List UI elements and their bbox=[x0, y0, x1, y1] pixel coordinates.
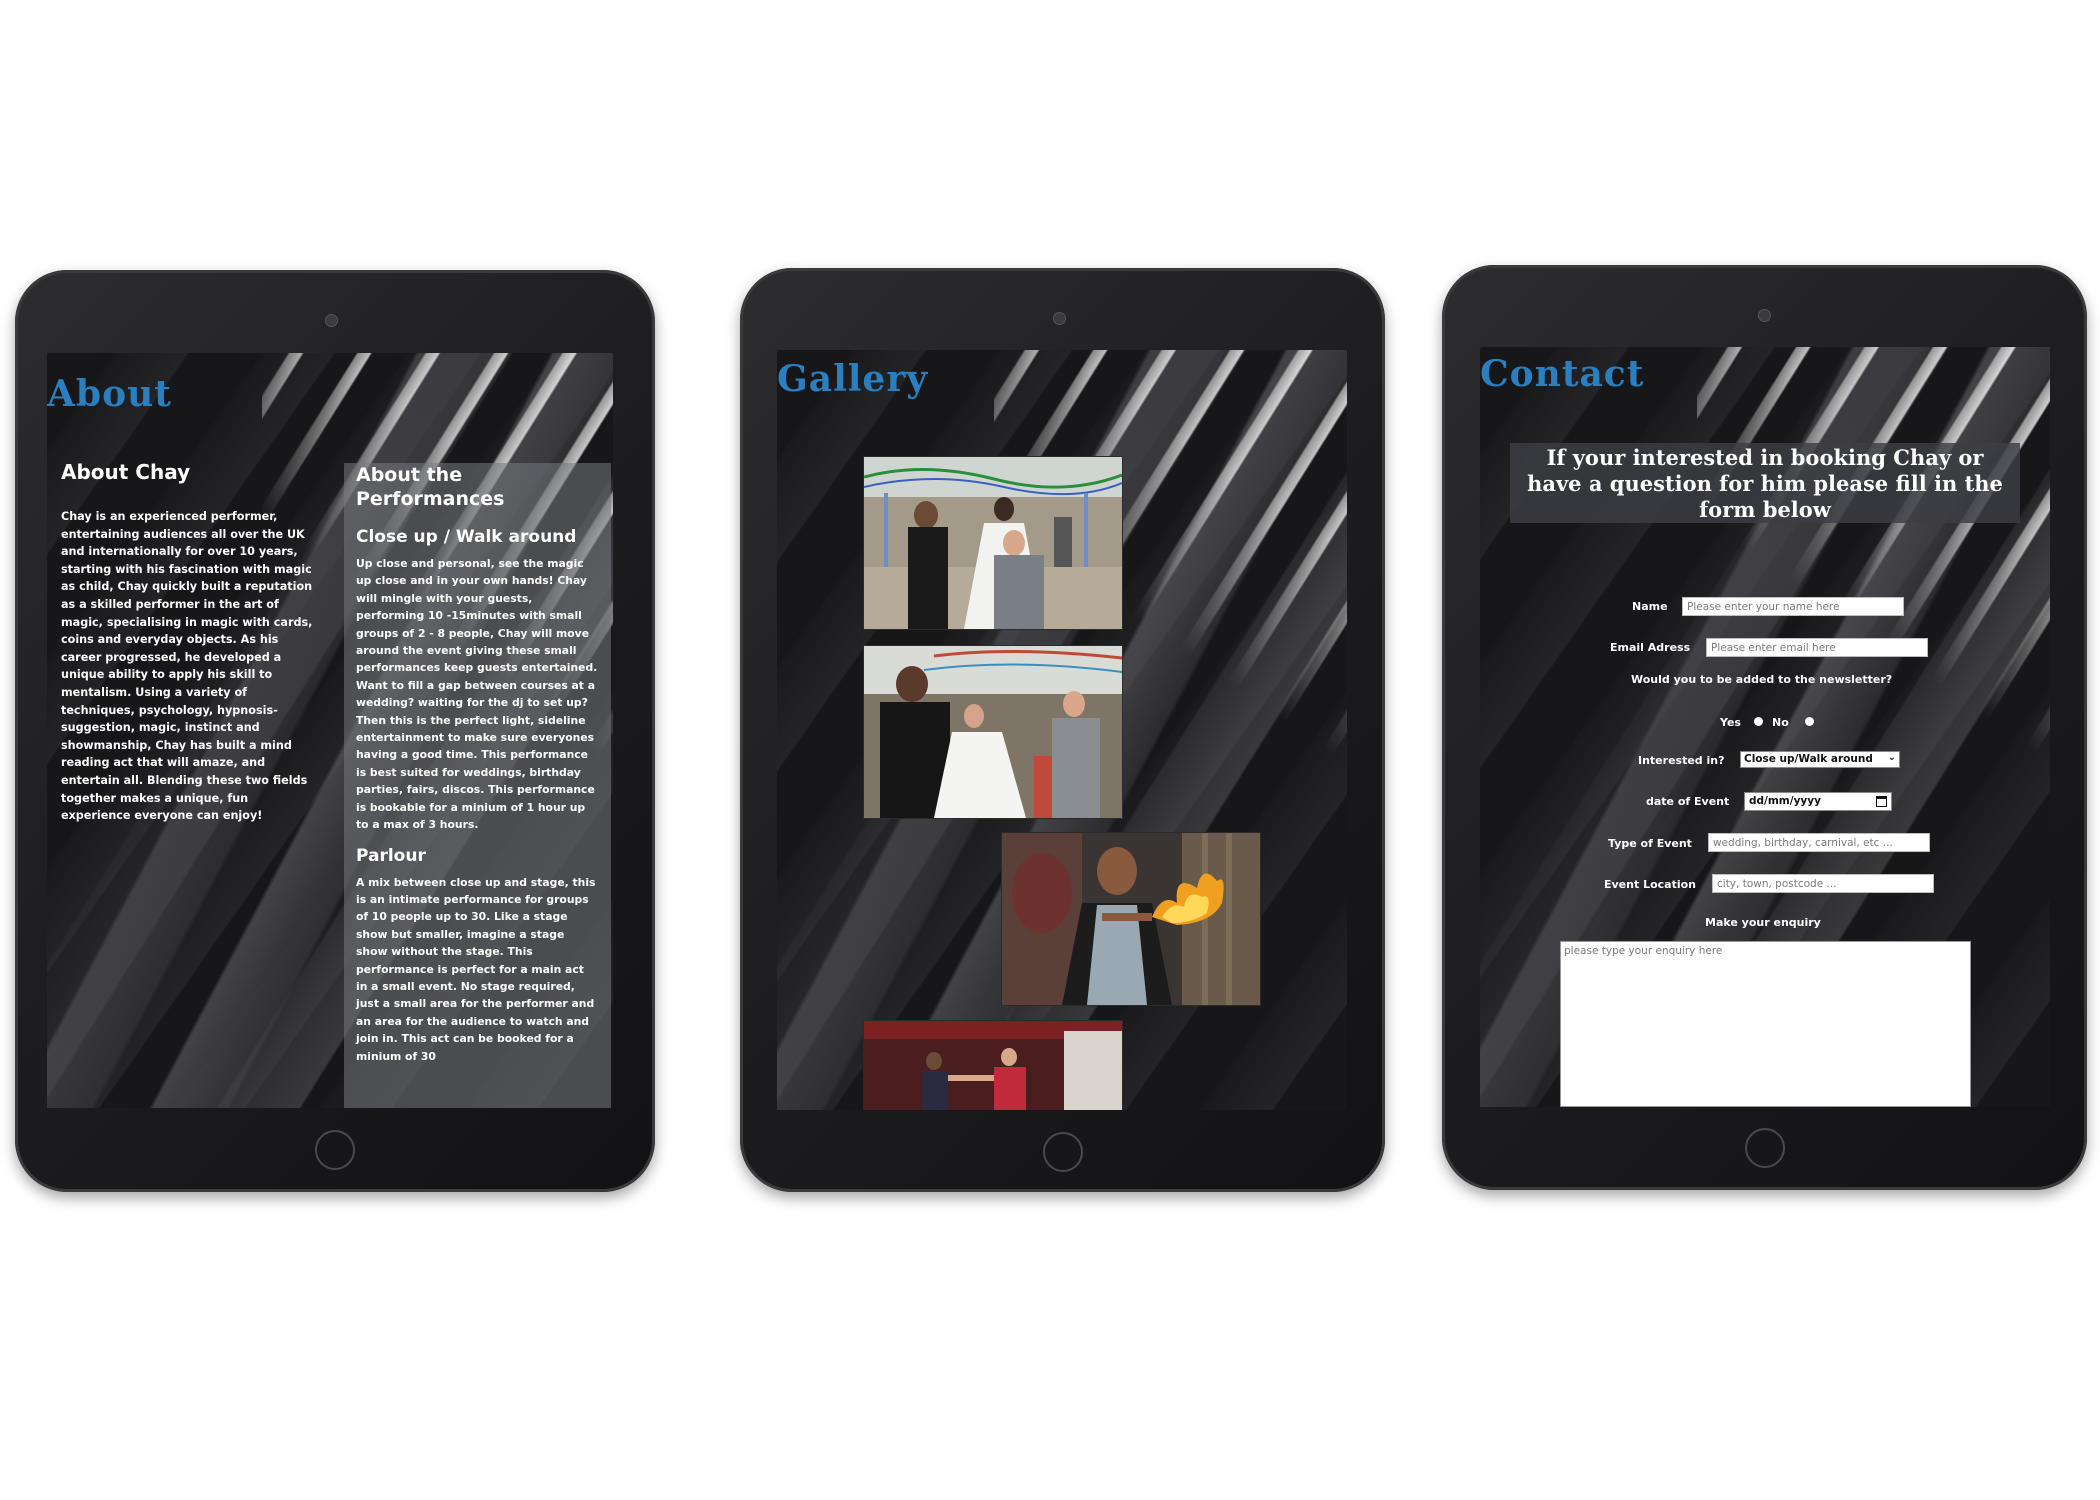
interest-label: Interested in? bbox=[1638, 754, 1725, 767]
event-type-label: Type of Event bbox=[1608, 837, 1692, 850]
wedding-card-trick-image bbox=[864, 457, 1122, 629]
tablet-gallery: Gallery bbox=[740, 268, 1385, 1192]
email-input[interactable] bbox=[1706, 638, 1928, 657]
calendar-icon bbox=[1876, 796, 1887, 807]
enquiry-label: Make your enquiry bbox=[1705, 916, 1821, 929]
newsletter-no-radio[interactable] bbox=[1805, 717, 1814, 726]
contact-screen: Contact If your interested in booking Ch… bbox=[1480, 347, 2050, 1107]
performances-panel: About the Performances Close up / Walk a… bbox=[344, 463, 611, 1108]
gallery-screen: Gallery bbox=[777, 350, 1347, 1110]
event-location-input[interactable] bbox=[1712, 874, 1934, 893]
event-date-input[interactable]: dd/mm/yyyy bbox=[1744, 792, 1892, 811]
contact-intro-banner: If your interested in booking Chay or ha… bbox=[1510, 443, 2020, 523]
date-label: date of Event bbox=[1646, 795, 1730, 808]
name-label: Name bbox=[1632, 600, 1668, 613]
tablet-contact: Contact If your interested in booking Ch… bbox=[1442, 265, 2087, 1190]
stage-performance-image bbox=[864, 1021, 1122, 1110]
background-stripes bbox=[1696, 347, 2050, 773]
wedding-guests-image bbox=[864, 646, 1122, 818]
camera-icon bbox=[325, 314, 338, 327]
date-placeholder: dd/mm/yyyy bbox=[1749, 795, 1821, 807]
page-title: Gallery bbox=[777, 358, 929, 400]
closeup-heading: Close up / Walk around bbox=[356, 527, 577, 547]
home-button[interactable] bbox=[1745, 1128, 1785, 1168]
wedding-guests-photo[interactable] bbox=[863, 645, 1123, 819]
newsletter-yes-radio[interactable] bbox=[1754, 717, 1763, 726]
fire-trick-image bbox=[1002, 833, 1260, 1005]
event-type-input[interactable] bbox=[1708, 833, 1930, 852]
email-label: Email Adress bbox=[1610, 641, 1691, 654]
stage-performance-photo[interactable] bbox=[863, 1020, 1123, 1110]
interest-select[interactable]: Close up/Walk around ⌄ bbox=[1740, 751, 1900, 768]
interest-selected-value: Close up/Walk around bbox=[1744, 753, 1873, 765]
camera-icon bbox=[1758, 309, 1771, 322]
parlour-description: A mix between close up and stage, this i… bbox=[356, 875, 596, 1063]
newsletter-no-label: No bbox=[1772, 716, 1789, 729]
closeup-description: Up close and personal, see the magic up … bbox=[356, 557, 598, 832]
newsletter-question: Would you to be added to the newsletter? bbox=[1631, 673, 1893, 686]
newsletter-yes-label: Yes bbox=[1720, 716, 1741, 729]
about-chay-bio: Chay is an experienced performer, entert… bbox=[61, 510, 313, 823]
about-chay-heading: About Chay bbox=[61, 460, 191, 484]
parlour-heading: Parlour bbox=[356, 845, 426, 866]
tablet-about: About About Chay Chay is an experienced … bbox=[15, 270, 655, 1192]
performances-heading: About the Performances bbox=[356, 464, 505, 510]
event-location-label: Event Location bbox=[1604, 878, 1696, 891]
enquiry-textarea[interactable] bbox=[1560, 941, 1971, 1107]
about-screen: About About Chay Chay is an experienced … bbox=[47, 353, 613, 1108]
page-title: Contact bbox=[1480, 353, 1645, 395]
camera-icon bbox=[1053, 312, 1066, 325]
page-title: About bbox=[47, 373, 172, 415]
fire-trick-photo[interactable] bbox=[1001, 832, 1261, 1006]
name-input[interactable] bbox=[1682, 597, 1904, 616]
wedding-card-trick-photo[interactable] bbox=[863, 456, 1123, 630]
home-button[interactable] bbox=[315, 1130, 355, 1170]
chevron-down-icon: ⌄ bbox=[1887, 752, 1896, 763]
home-button[interactable] bbox=[1043, 1132, 1083, 1172]
